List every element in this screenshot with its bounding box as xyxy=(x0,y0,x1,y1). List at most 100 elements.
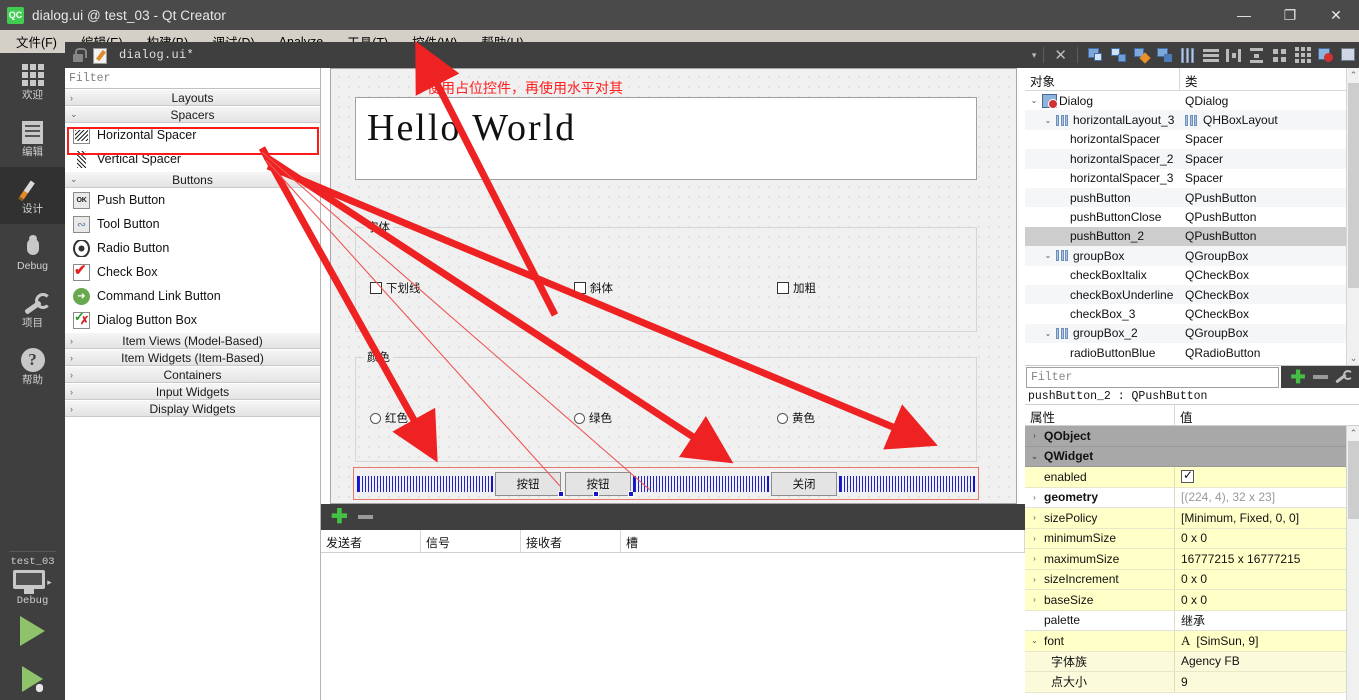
widget-category-layouts[interactable]: › Layouts xyxy=(65,89,320,106)
scroll-thumb[interactable] xyxy=(1348,83,1359,288)
chevron-right-icon[interactable]: › xyxy=(1029,554,1040,563)
widget-box-filter[interactable]: Filter xyxy=(65,68,320,89)
widget-category-item-widgets[interactable]: › Item Widgets (Item-Based) xyxy=(65,349,320,366)
close-icon[interactable]: ✕ xyxy=(1313,0,1359,30)
form-radio-yellow[interactable]: 黄色 xyxy=(777,410,815,426)
property-editor-list[interactable]: › QObject ⌄ QWidget enabled › geometry [… xyxy=(1025,426,1359,700)
scroll-down-icon[interactable]: ⌄ xyxy=(1347,351,1359,365)
edit-buddies-icon[interactable] xyxy=(1131,46,1152,65)
property-row-font-family[interactable]: 字体族 Agency FB xyxy=(1025,651,1359,672)
mode-debug[interactable]: Debug xyxy=(0,224,65,281)
layout-splitter-horizontal-icon[interactable] xyxy=(1223,46,1244,65)
widget-item-command-link-button[interactable]: Command Link Button xyxy=(65,284,320,308)
layout-grid-icon[interactable] xyxy=(1292,46,1313,65)
chevron-right-icon[interactable]: › xyxy=(1029,513,1040,522)
tree-row-selected[interactable]: pushButton_2 QPushButton xyxy=(1025,226,1359,247)
maximize-icon[interactable]: ❐ xyxy=(1267,0,1313,30)
property-row-sizepolicy[interactable]: › sizePolicy [Minimum, Fixed, 0, 0] xyxy=(1025,508,1359,529)
edit-signals-slots-icon[interactable] xyxy=(1108,46,1129,65)
form-checkbox-underline[interactable]: 下划线 xyxy=(370,280,421,296)
kit-selector[interactable]: ▸ xyxy=(0,570,65,594)
menu-file[interactable]: 文件(F) xyxy=(4,29,69,54)
mode-welcome[interactable]: 欢迎 xyxy=(0,53,65,110)
widget-category-containers[interactable]: › Containers xyxy=(65,366,320,383)
form-checkbox-italic[interactable]: 斜体 xyxy=(574,280,613,296)
minimize-icon[interactable]: — xyxy=(1221,0,1267,30)
chevron-down-icon[interactable]: ⌄ xyxy=(1029,452,1040,461)
tree-row[interactable]: radioButtonBlue QRadioButton xyxy=(1025,343,1359,362)
object-tree-scrollbar[interactable]: ⌃ ⌄ xyxy=(1346,68,1359,365)
edit-tab-order-icon[interactable] xyxy=(1154,46,1175,65)
tree-row[interactable]: horizontalSpacer_2 Spacer xyxy=(1025,149,1359,169)
tree-row[interactable]: pushButtonClose QPushButton xyxy=(1025,207,1359,226)
chevron-down-icon[interactable]: ⌄ xyxy=(1043,251,1053,260)
form-text-edit[interactable]: Hello World xyxy=(355,97,977,180)
lock-icon[interactable] xyxy=(71,48,87,62)
scroll-up-icon[interactable]: ⌃ xyxy=(1347,68,1359,82)
enabled-checkbox[interactable] xyxy=(1181,468,1194,484)
chevron-right-icon[interactable]: › xyxy=(1029,493,1040,502)
adjust-size-icon[interactable] xyxy=(1338,46,1359,65)
edit-widgets-icon[interactable] xyxy=(1085,46,1106,65)
form-checkbox-bold[interactable]: 加粗 xyxy=(777,280,816,296)
form-horizontal-spacer-1[interactable] xyxy=(357,475,493,492)
mode-design[interactable]: 设计 xyxy=(0,167,65,224)
widget-item-check-box[interactable]: Check Box xyxy=(65,260,320,284)
property-row-maximumsize[interactable]: › maximumSize 16777215 x 16777215 xyxy=(1025,549,1359,570)
form-group-box-color[interactable]: 颜色 红色 绿色 黄色 xyxy=(355,349,977,462)
close-document-icon[interactable]: ✕ xyxy=(1051,46,1070,64)
tree-row[interactable]: checkBoxItalix QCheckBox xyxy=(1025,266,1359,285)
mode-help[interactable]: ? 帮助 xyxy=(0,338,65,395)
scroll-thumb[interactable] xyxy=(1348,441,1359,519)
mode-edit[interactable]: 编辑 xyxy=(0,110,65,167)
property-row-geometry[interactable]: › geometry [(224, 4), 32 x 23] xyxy=(1025,487,1359,508)
chevron-right-icon[interactable]: › xyxy=(1029,575,1040,584)
widget-category-input-widgets[interactable]: › Input Widgets xyxy=(65,383,320,400)
chevron-right-icon[interactable]: › xyxy=(1029,595,1040,604)
form-horizontal-layout-3[interactable]: 按钮 按钮 关闭 xyxy=(353,467,979,525)
property-group-qobject[interactable]: › QObject xyxy=(1025,426,1359,447)
widget-item-radio-button[interactable]: Radio Button xyxy=(65,236,320,260)
property-row-font-pointsize[interactable]: 点大小 9 xyxy=(1025,672,1359,693)
form-push-button-close[interactable]: 关闭 xyxy=(771,471,837,496)
chevron-right-icon[interactable]: › xyxy=(1029,534,1040,543)
tree-row[interactable]: ⌄ groupBox_2 QGroupBox xyxy=(1025,323,1359,344)
remove-property-icon[interactable] xyxy=(1312,375,1328,379)
widget-item-push-button[interactable]: OK Push Button xyxy=(65,188,320,212)
form-horizontal-spacer-3[interactable] xyxy=(839,475,975,492)
property-scrollbar[interactable]: ⌃ ⌄ xyxy=(1346,426,1359,700)
layout-splitter-vertical-icon[interactable] xyxy=(1246,46,1267,65)
signals-slots-list[interactable] xyxy=(321,553,1025,700)
widget-category-item-views[interactable]: › Item Views (Model-Based) xyxy=(65,332,320,349)
layout-horizontally-icon[interactable] xyxy=(1177,46,1198,65)
tree-row[interactable]: ⌄ Dialog QDialog xyxy=(1025,91,1359,110)
chevron-down-icon[interactable]: ⌄ xyxy=(1029,636,1040,645)
form-push-button[interactable]: 按钮 xyxy=(495,471,561,496)
form-horizontal-spacer-2[interactable] xyxy=(633,475,769,492)
widget-category-buttons[interactable]: ⌄ Buttons xyxy=(65,171,320,188)
chevron-down-icon[interactable]: ⌄ xyxy=(1043,329,1053,338)
property-row-sizeincrement[interactable]: › sizeIncrement 0 x 0 xyxy=(1025,569,1359,590)
wrench-icon[interactable] xyxy=(1335,370,1353,384)
scroll-up-icon[interactable]: ⌃ xyxy=(1347,426,1359,440)
form-radio-red[interactable]: 红色 xyxy=(370,410,408,426)
chevron-down-icon[interactable]: ▾ xyxy=(1032,50,1037,61)
property-row-enabled[interactable]: enabled xyxy=(1025,467,1359,488)
chevron-down-icon[interactable]: ⌄ xyxy=(1029,96,1039,105)
add-property-icon[interactable]: ✚ xyxy=(1290,368,1305,386)
mode-projects[interactable]: 项目 xyxy=(0,281,65,338)
tree-row[interactable]: horizontalSpacer Spacer xyxy=(1025,130,1359,149)
tree-row[interactable]: ⌄ horizontalLayout_3 QHBoxLayout xyxy=(1025,110,1359,130)
property-row-font[interactable]: ⌄ font A [SimSun, 9] xyxy=(1025,631,1359,652)
tree-row[interactable]: checkBox_3 QCheckBox xyxy=(1025,304,1359,323)
tree-row[interactable]: pushButton QPushButton xyxy=(1025,187,1359,208)
form-radio-green[interactable]: 绿色 xyxy=(574,410,612,426)
property-group-qwidget[interactable]: ⌄ QWidget xyxy=(1025,446,1359,467)
break-layout-icon[interactable] xyxy=(1315,46,1336,65)
debug-button[interactable] xyxy=(0,655,65,700)
widget-item-tool-button[interactable]: ∾ Tool Button xyxy=(65,212,320,236)
widget-category-spacers[interactable]: ⌄ Spacers xyxy=(65,106,320,123)
widget-item-dialog-button-box[interactable]: Dialog Button Box xyxy=(65,308,320,332)
form-canvas[interactable]: 使用占位控件，再使用水平对其 Hello World 字体 下划线 斜体 加粗 xyxy=(330,68,1017,525)
layout-form-icon[interactable] xyxy=(1269,46,1290,65)
